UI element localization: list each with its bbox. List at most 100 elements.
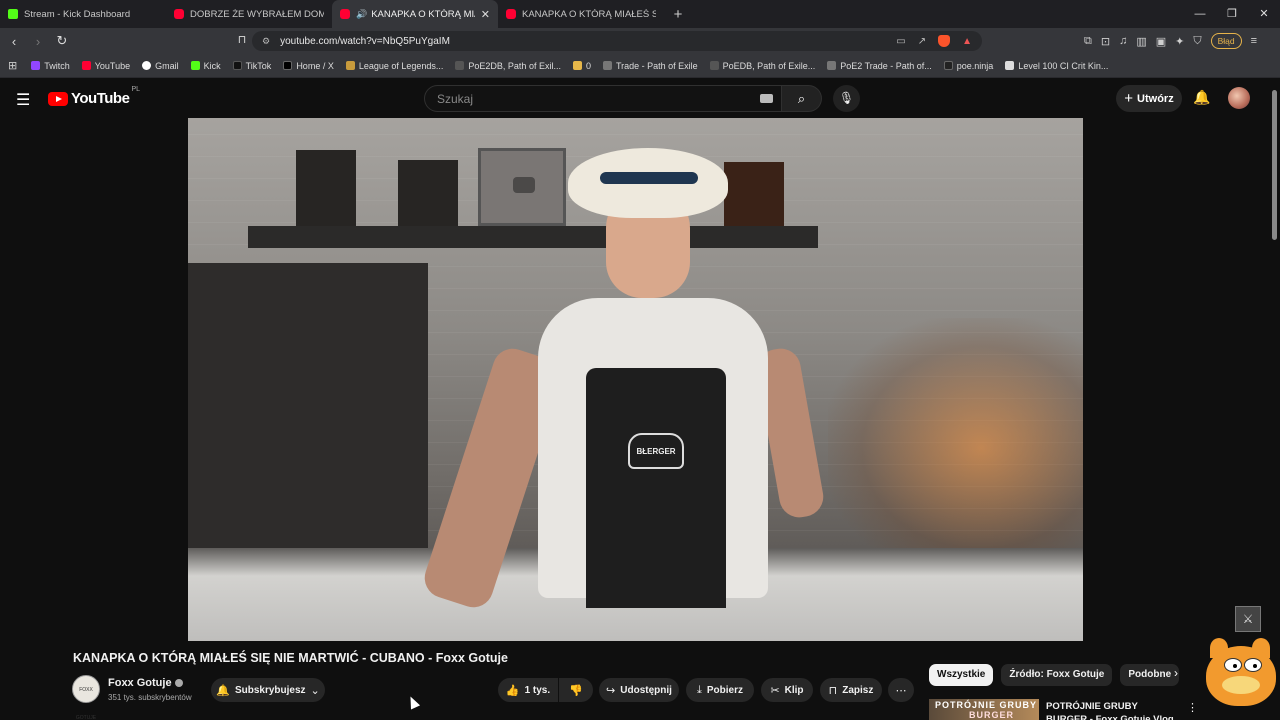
account-avatar[interactable] <box>1228 87 1250 109</box>
bookmark-kick[interactable]: Kick <box>190 61 221 71</box>
poe-icon <box>602 61 612 70</box>
bookmark-youtube[interactable]: YouTube <box>81 61 130 71</box>
mouse-cursor-icon <box>405 694 421 710</box>
keyboard-icon[interactable] <box>760 94 773 103</box>
x-icon <box>283 61 293 70</box>
channel-avatar[interactable]: FOXX GOTUJE <box>72 675 100 720</box>
omnibox-actions: ▭ ↗ ▲ <box>896 31 972 51</box>
bookmark-poe2-trade[interactable]: PoE2 Trade - Path of... <box>827 61 932 71</box>
speaker-icon[interactable]: 🔊 <box>356 9 367 20</box>
channel-name-link[interactable]: Foxx Gotuje <box>108 677 183 689</box>
more-horizontal-icon: ⋯ <box>895 684 907 697</box>
chip-all[interactable]: Wszystkie <box>929 664 994 686</box>
filter-chips: Wszystkie Źródło: Foxx Gotuje Podobne <box>929 664 1180 686</box>
bookmark-twitch[interactable]: Twitch <box>31 61 70 71</box>
folder-icon <box>572 61 582 70</box>
url-field[interactable]: ⚙ youtube.com/watch?v=NbQ5PuYgaIM ▭ ↗ ▲ <box>252 31 982 51</box>
save-button[interactable]: ⊓ Zapisz <box>820 678 882 702</box>
youtube-play-icon <box>48 91 68 106</box>
share-label: Udostępnij <box>620 684 672 696</box>
video-cabinet <box>188 263 428 563</box>
bookmark-level100[interactable]: Level 100 CI Crit Kin... <box>1005 61 1108 71</box>
video-chef-apron <box>586 368 726 608</box>
bookmark-trade-poe[interactable]: Trade - Path of Exile <box>602 61 698 71</box>
tab-youtube-active[interactable]: 🔊 KANAPKA O KTÓRĄ MIAŁEŚ S ✕ <box>332 0 498 28</box>
bookmark-poe2db[interactable]: PoE2DB, Path of Exil... <box>455 61 561 71</box>
new-tab-button[interactable]: + <box>664 6 692 23</box>
page-scrollbar[interactable] <box>1272 90 1277 240</box>
chip-related[interactable]: Podobne <box>1120 664 1180 686</box>
bookmark-folder[interactable]: 0 <box>572 61 591 71</box>
tab-youtube-3[interactable]: KANAPKA O KTÓRĄ MIAŁEŚ SIĘ NIE <box>498 0 664 28</box>
search-input[interactable]: Szukaj <box>424 85 782 112</box>
clip-button[interactable]: ✂ Klip <box>761 678 813 702</box>
garfield-sticker <box>1196 636 1280 720</box>
cast-icon[interactable]: ▭ <box>896 36 905 47</box>
share-icon: ↪ <box>606 684 616 697</box>
more-actions-button[interactable]: ⋯ <box>888 678 914 702</box>
tab-title: KANAPKA O KTÓRĄ MIAŁEŚ S <box>371 8 475 20</box>
channel-watermark-icon[interactable]: ⚔ <box>1235 606 1261 632</box>
site-settings-icon[interactable]: ⚙ <box>262 36 270 47</box>
apps-grid-icon[interactable]: ⊞ <box>8 59 17 72</box>
create-button[interactable]: + Utwórz <box>1116 85 1182 112</box>
clip-label: Klip <box>784 684 804 696</box>
twitch-icon <box>31 61 41 70</box>
error-button[interactable]: Błąd <box>1210 33 1242 49</box>
hamburger-menu-icon[interactable]: ☰ <box>16 90 30 110</box>
bookmark-gmail[interactable]: Gmail <box>142 61 179 71</box>
url-text: youtube.com/watch?v=NbQ5PuYgaIM <box>280 35 450 47</box>
minimize-icon[interactable]: — <box>1184 0 1216 28</box>
address-bar: ‹ › ↻ ⊓ ⚙ youtube.com/watch?v=NbQ5PuYgaI… <box>0 28 1280 54</box>
back-icon[interactable]: ‹ <box>4 34 24 49</box>
subscribed-button[interactable]: 🔔 Subskrybujesz ⌄ <box>211 678 325 702</box>
brave-shield-icon[interactable] <box>938 35 951 47</box>
plus-icon: + <box>1124 90 1134 107</box>
bookmark-tiktok[interactable]: TikTok <box>232 61 271 71</box>
share-page-icon[interactable]: ↗ <box>918 36 926 47</box>
league-icon <box>345 61 355 70</box>
chevron-right-icon[interactable]: › <box>1174 666 1178 680</box>
bookmark-league[interactable]: League of Legends... <box>345 61 443 71</box>
video-shelf-item <box>398 160 458 226</box>
tab-title: DOBRZE ŻE WYBRAŁEM DOM DREW <box>190 8 324 20</box>
music-icon[interactable]: ♫ <box>1119 35 1127 47</box>
notifications-bell-icon[interactable]: 🔔 <box>1193 89 1210 106</box>
rewards-icon[interactable]: ▲ <box>962 36 972 47</box>
thumbs-down-icon: 👎 <box>569 684 583 697</box>
extension-icon[interactable]: ⊡ <box>1101 35 1110 48</box>
close-tab-icon[interactable]: ✕ <box>481 8 490 21</box>
close-window-icon[interactable]: ✕ <box>1248 0 1280 28</box>
chevron-down-icon: ⌄ <box>310 684 320 697</box>
leo-icon[interactable]: ✦ <box>1175 35 1184 48</box>
thumbnail-text: BURGER <box>969 710 1015 720</box>
video-player[interactable]: BŁERGER <box>188 118 1083 641</box>
share-button[interactable]: ↪ Udostępnij <box>599 678 679 702</box>
recommended-video-thumbnail[interactable]: POTRÓJNIE GRUBY BURGER <box>929 699 1039 720</box>
bookmark-x[interactable]: Home / X <box>283 61 334 71</box>
recommended-video-title[interactable]: POTRÓJNIE GRUBY BURGER - Foxx Gotuje Vlo… <box>1046 700 1180 720</box>
youtube-wordmark: YouTube <box>71 90 130 107</box>
voice-search-button[interactable]: 🎙 <box>833 85 860 112</box>
bookmark-poedb[interactable]: PoEDB, Path of Exile... <box>709 61 815 71</box>
restore-icon[interactable]: ❐ <box>1216 0 1248 28</box>
youtube-icon <box>506 9 516 19</box>
extensions-icon[interactable]: ⧉ <box>1084 35 1092 48</box>
bookmark-poe-ninja[interactable]: poe.ninja <box>943 61 993 71</box>
like-button[interactable]: 👍 1 tys. <box>498 678 558 702</box>
dislike-button[interactable]: 👎 <box>559 678 593 702</box>
reload-icon[interactable]: ↻ <box>52 33 72 49</box>
search-button[interactable]: ⌕ <box>782 85 822 112</box>
menu-icon[interactable]: ≡ <box>1251 35 1257 47</box>
youtube-logo[interactable]: YouTube PL <box>48 86 140 107</box>
download-button[interactable]: ⤓ Pobierz <box>686 678 754 702</box>
vpn-icon[interactable]: ⛉ <box>1193 35 1201 48</box>
tab-kick-dashboard[interactable]: Stream - Kick Dashboard <box>0 0 166 28</box>
youtube-header: ☰ YouTube PL Szukaj ⌕ 🎙 + Utwórz 🔔 <box>0 78 1280 118</box>
bookmark-icon[interactable]: ⊓ <box>232 33 252 46</box>
forward-icon[interactable]: › <box>28 34 48 49</box>
wallet-icon[interactable]: ▣ <box>1156 35 1166 48</box>
chip-from-channel[interactable]: Źródło: Foxx Gotuje <box>1001 664 1113 686</box>
sidebar-icon[interactable]: ▥ <box>1136 35 1146 48</box>
tab-youtube-1[interactable]: DOBRZE ŻE WYBRAŁEM DOM DREW <box>166 0 332 28</box>
